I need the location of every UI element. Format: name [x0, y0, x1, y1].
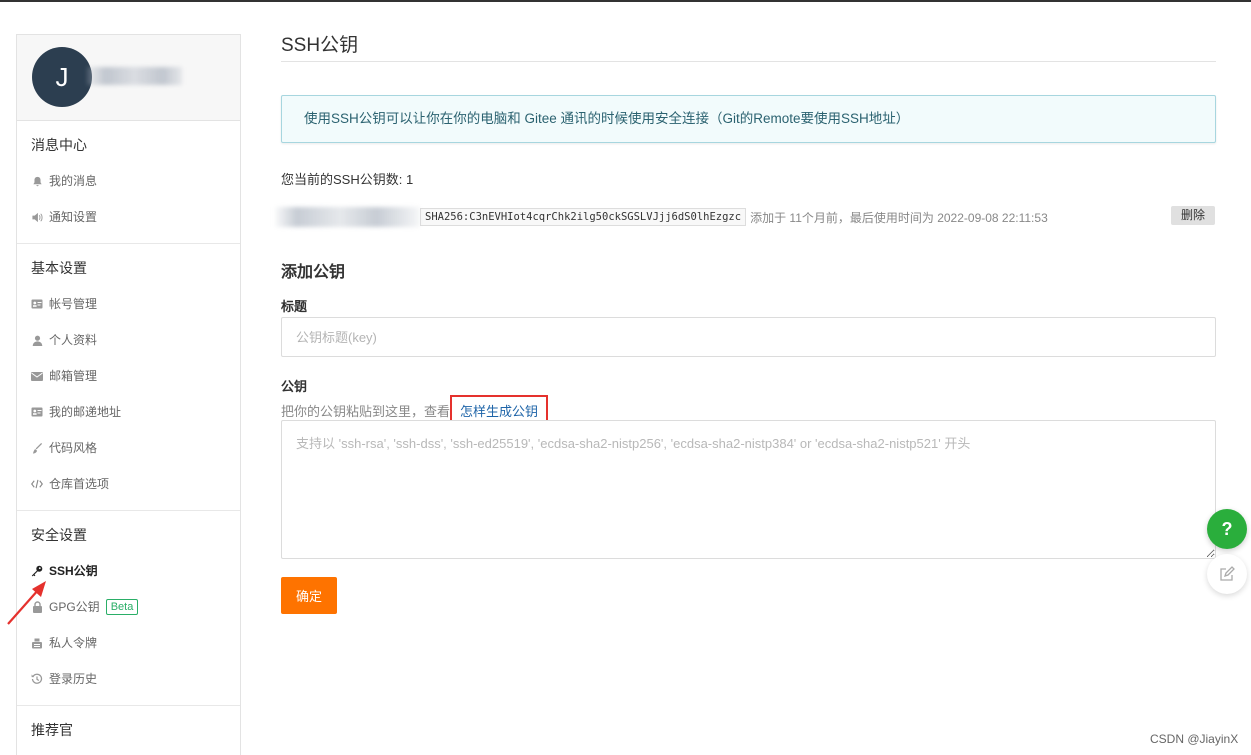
section-title: 消息中心	[31, 137, 87, 153]
sidebar-item-label: 我的消息	[49, 174, 98, 188]
sidebar-item-mailing-address[interactable]: 我的邮递地址	[17, 394, 240, 430]
sidebar-item-email[interactable]: 邮箱管理	[17, 358, 240, 394]
sidebar-item-label: 帐号管理	[49, 297, 98, 311]
annotation-arrow-icon	[7, 581, 46, 625]
main-content: SSH公钥 使用SSH公钥可以让你在你的电脑和 Gitee 通讯的时候使用安全连…	[275, 30, 1216, 614]
sidebar-item-label: 登录历史	[49, 672, 98, 686]
token-icon	[31, 637, 43, 649]
key-fingerprint: SHA256:C3nEVHIot4cqrChk2ilg50ckSGSLVJjj6…	[420, 208, 747, 226]
section-referral: 推荐官	[17, 706, 240, 755]
help-text: 把你的公钥粘贴到这里，查看	[281, 404, 451, 419]
mail-icon	[31, 370, 43, 382]
sidebar-item-label: 通知设置	[49, 210, 98, 224]
submit-button[interactable]: 确定	[281, 577, 337, 614]
how-to-generate-link[interactable]: 怎样生成公钥	[450, 395, 549, 426]
history-icon	[31, 673, 43, 685]
code-icon	[31, 478, 43, 490]
blurred-key-title	[275, 207, 420, 227]
beta-badge: Beta	[105, 599, 139, 615]
settings-sidebar: J 消息中心 我的消息 通知设置 基本设置 帐号管理 个人资料 邮箱管理 我的邮…	[16, 34, 241, 755]
sidebar-item-label: 代码风格	[49, 441, 98, 455]
key-label: 公钥	[281, 379, 308, 394]
sidebar-item-private-tokens[interactable]: 私人令牌	[17, 625, 240, 661]
edit-feedback-icon	[1220, 566, 1235, 581]
sidebar-item-label: 个人资料	[49, 333, 98, 347]
sidebar-item-label: 邮箱管理	[49, 369, 98, 383]
sidebar-item-label: 私人令牌	[49, 636, 98, 650]
blurred-username	[87, 67, 182, 85]
sidebar-item-label: 我的邮递地址	[49, 405, 122, 419]
sidebar-item-profile[interactable]: 个人资料	[17, 322, 240, 358]
feedback-float-button[interactable]	[1207, 554, 1247, 594]
key-help: 把你的公钥粘贴到这里，查看 怎样生成公钥	[281, 395, 549, 426]
user-icon	[31, 334, 43, 346]
key-meta: 添加于 11个月前，最后使用时间为 2022-09-08 22:11:53	[750, 210, 1048, 225]
sidebar-item-login-history[interactable]: 登录历史	[17, 661, 240, 697]
key-title-input[interactable]	[281, 317, 1216, 357]
sidebar-item-label: GPG公钥	[49, 600, 100, 614]
sidebar-item-code-style[interactable]: 代码风格	[17, 430, 240, 466]
section-title: 安全设置	[31, 527, 87, 543]
sidebar-item-repo-preferences[interactable]: 仓库首选项	[17, 466, 240, 502]
title-label: 标题	[281, 299, 308, 314]
page-title: SSH公钥	[281, 30, 1216, 62]
help-float-button[interactable]: ?	[1207, 509, 1247, 549]
section-title: 基本设置	[31, 260, 87, 276]
public-key-textarea[interactable]	[281, 420, 1216, 559]
profile-header: J	[17, 35, 240, 121]
top-border	[0, 0, 1251, 2]
sidebar-item-ssh-keys[interactable]: SSH公钥	[17, 553, 240, 589]
ssh-key-count: 您当前的SSH公钥数: 1	[281, 172, 414, 187]
sidebar-item-my-messages[interactable]: 我的消息	[17, 163, 240, 199]
key-icon	[31, 565, 43, 577]
volume-icon	[31, 211, 43, 223]
section-security-settings: 安全设置 SSH公钥 GPG公钥 Beta 私人令牌 登录历史	[17, 511, 240, 706]
brush-icon	[31, 442, 43, 454]
avatar[interactable]: J	[32, 47, 92, 107]
sidebar-item-notification-settings[interactable]: 通知设置	[17, 199, 240, 235]
info-banner: 使用SSH公钥可以让你在你的电脑和 Gitee 通讯的时候使用安全连接（Git的…	[281, 95, 1216, 143]
section-message-center: 消息中心 我的消息 通知设置	[17, 121, 240, 244]
address-card-icon	[31, 406, 43, 418]
id-card-icon	[31, 298, 43, 310]
ssh-key-row: SHA256:C3nEVHIot4cqrChk2ilg50ckSGSLVJjj6…	[275, 206, 1215, 228]
delete-key-button[interactable]: 删除	[1171, 206, 1215, 225]
sidebar-item-gpg-keys[interactable]: GPG公钥 Beta	[17, 589, 240, 625]
section-basic-settings: 基本设置 帐号管理 个人资料 邮箱管理 我的邮递地址 代码风格 仓库首选项	[17, 244, 240, 511]
add-key-heading: 添加公钥	[281, 264, 346, 281]
bell-icon	[31, 175, 43, 187]
sidebar-item-label: 仓库首选项	[49, 477, 110, 491]
sidebar-item-account[interactable]: 帐号管理	[17, 286, 240, 322]
watermark: CSDN @JiayinX	[1150, 732, 1239, 746]
sidebar-item-label: SSH公钥	[49, 564, 98, 578]
section-title: 推荐官	[31, 722, 73, 738]
